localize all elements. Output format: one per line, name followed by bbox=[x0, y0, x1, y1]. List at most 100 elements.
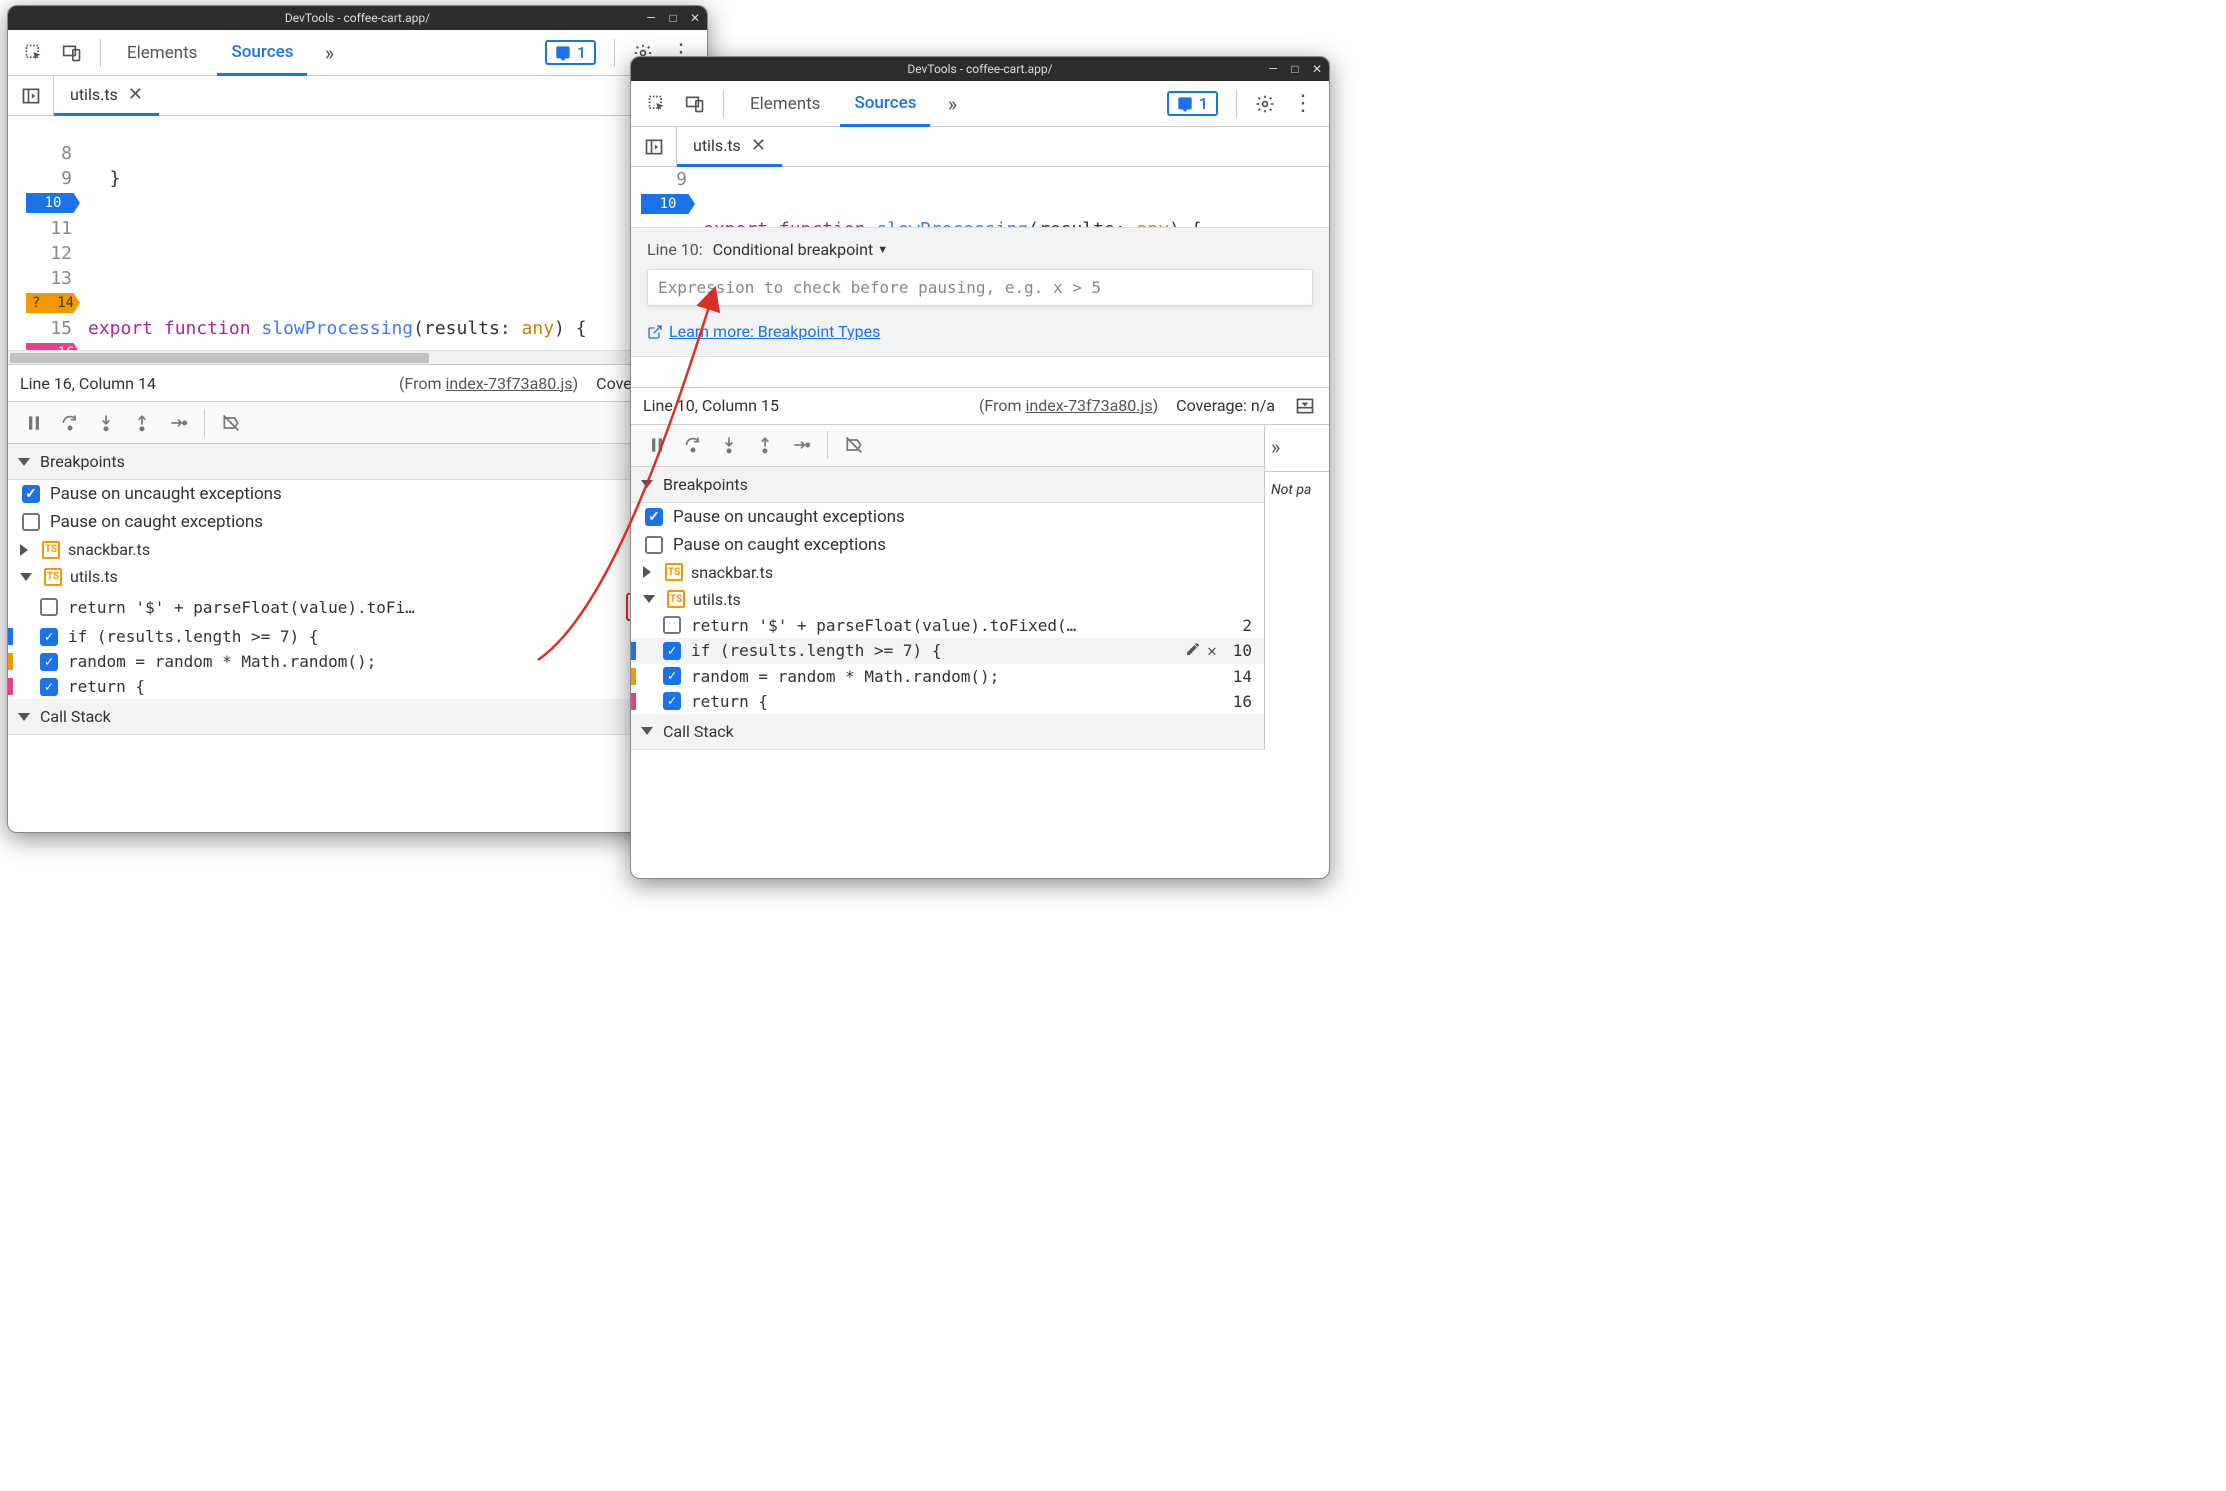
more-tabs-icon[interactable]: » bbox=[936, 88, 968, 120]
conditional-breakpoint-marker[interactable]: ? 14 bbox=[32, 295, 74, 311]
source-link[interactable]: index-73f73a80.js bbox=[1025, 396, 1152, 415]
kebab-icon[interactable]: ⋮ bbox=[1287, 88, 1319, 120]
bp-condition-input[interactable]: Expression to check before pausing, e.g.… bbox=[647, 269, 1313, 306]
more-tabs-icon[interactable]: » bbox=[313, 37, 345, 69]
checkbox-icon[interactable] bbox=[40, 653, 58, 671]
remove-breakpoint-button[interactable]: ✕ bbox=[1207, 641, 1217, 660]
code-line: export function slowProcessing(results: … bbox=[703, 217, 1329, 227]
breakpoint-item[interactable]: if (results.length >= 7) {10 bbox=[8, 624, 707, 649]
checkbox-icon[interactable] bbox=[645, 536, 663, 554]
checkbox-icon[interactable] bbox=[663, 616, 681, 634]
checkbox-icon[interactable] bbox=[663, 667, 681, 685]
pause-uncaught-option[interactable]: Pause on uncaught exceptions bbox=[8, 480, 707, 508]
breakpoint-item[interactable]: random = random * Math.random();14 bbox=[8, 649, 707, 674]
line-number[interactable]: 11 bbox=[50, 218, 72, 239]
breakpoint-file-snackbar[interactable]: TSsnackbar.ts bbox=[8, 536, 707, 563]
breakpoint-item[interactable]: random = random * Math.random();14 bbox=[631, 664, 1264, 689]
pause-icon[interactable] bbox=[641, 429, 673, 461]
issues-badge[interactable]: 1 bbox=[1167, 91, 1218, 116]
code-line: export function slowProcessing(results: … bbox=[88, 316, 707, 341]
horizontal-scrollbar[interactable] bbox=[8, 350, 707, 364]
minimize-button[interactable]: — bbox=[645, 11, 657, 25]
line-number[interactable]: 12 bbox=[50, 243, 72, 264]
navigator-toggle-icon[interactable] bbox=[631, 127, 677, 167]
issues-badge[interactable]: 1 bbox=[545, 40, 596, 65]
inspect-icon[interactable] bbox=[641, 88, 673, 120]
source-link[interactable]: index-73f73a80.js bbox=[445, 374, 572, 393]
close-icon[interactable]: ✕ bbox=[751, 135, 766, 156]
breakpoint-file-utils[interactable]: TSutils.ts bbox=[631, 586, 1264, 613]
checkbox-icon[interactable] bbox=[40, 678, 58, 696]
breakpoint-file-snackbar[interactable]: TSsnackbar.ts bbox=[631, 559, 1264, 586]
step-out-icon[interactable] bbox=[749, 429, 781, 461]
step-into-icon[interactable] bbox=[713, 429, 745, 461]
titlebar[interactable]: DevTools - coffee-cart.app/ — □ ✕ bbox=[8, 6, 707, 30]
file-tabbar: utils.ts✕ bbox=[631, 127, 1329, 167]
device-toggle-icon[interactable] bbox=[679, 88, 711, 120]
file-tab-utils[interactable]: utils.ts ✕ bbox=[54, 76, 159, 116]
checkbox-icon[interactable] bbox=[40, 598, 58, 616]
checkbox-icon[interactable] bbox=[663, 692, 681, 710]
step-over-icon[interactable] bbox=[54, 407, 86, 439]
checkbox-icon[interactable] bbox=[645, 508, 663, 526]
close-button[interactable]: ✕ bbox=[689, 11, 701, 25]
gear-icon[interactable] bbox=[1249, 88, 1281, 120]
breakpoint-item[interactable]: return {16 bbox=[8, 674, 707, 699]
pause-icon[interactable] bbox=[18, 407, 50, 439]
checkbox-icon[interactable] bbox=[22, 485, 40, 503]
tab-elements[interactable]: Elements bbox=[736, 81, 834, 127]
main-toolbar: Elements Sources » 1 ⋮ bbox=[631, 81, 1329, 127]
line-number[interactable]: 8 bbox=[61, 143, 72, 164]
inspect-icon[interactable] bbox=[18, 37, 50, 69]
breakpoint-item[interactable]: return '$' + parseFloat(value).toFi… ✕ 2 bbox=[8, 590, 707, 624]
step-over-icon[interactable] bbox=[677, 429, 709, 461]
collapse-icon[interactable] bbox=[1293, 390, 1317, 422]
step-out-icon[interactable] bbox=[126, 407, 158, 439]
device-toggle-icon[interactable] bbox=[56, 37, 88, 69]
breakpoint-item[interactable]: if (results.length >= 7) {✕10 bbox=[631, 638, 1264, 664]
checkbox-icon[interactable] bbox=[663, 642, 681, 660]
more-panels-icon[interactable]: » bbox=[1271, 435, 1323, 459]
code-peek bbox=[631, 357, 1329, 387]
step-icon[interactable] bbox=[162, 407, 194, 439]
code-editor[interactable]: 8 9 10 11 12 13 ? 14 15 ‥ 16 } export fu… bbox=[8, 116, 707, 350]
line-number[interactable]: 9 bbox=[676, 169, 687, 190]
pause-caught-option[interactable]: Pause on caught exceptions bbox=[631, 531, 1264, 559]
navigator-toggle-icon[interactable] bbox=[8, 76, 54, 116]
line-number[interactable]: 9 bbox=[61, 168, 72, 189]
checkbox-icon[interactable] bbox=[22, 513, 40, 531]
breakpoint-marker[interactable]: 10 bbox=[45, 195, 62, 211]
deactivate-breakpoints-icon[interactable] bbox=[838, 429, 870, 461]
pause-uncaught-option[interactable]: Pause on uncaught exceptions bbox=[631, 503, 1264, 531]
checkbox-icon[interactable] bbox=[40, 628, 58, 646]
breakpoint-file-utils[interactable]: TSutils.ts bbox=[8, 563, 707, 590]
breakpoint-item[interactable]: return {16 bbox=[631, 689, 1264, 714]
issues-count: 1 bbox=[577, 43, 586, 62]
minimize-button[interactable]: — bbox=[1267, 62, 1279, 76]
step-into-icon[interactable] bbox=[90, 407, 122, 439]
line-number[interactable]: 13 bbox=[50, 268, 72, 289]
deactivate-breakpoints-icon[interactable] bbox=[215, 407, 247, 439]
code-editor[interactable]: 9 10 export function slowProcessing(resu… bbox=[631, 167, 1329, 227]
tab-sources[interactable]: Sources bbox=[840, 81, 930, 127]
pause-caught-option[interactable]: Pause on caught exceptions bbox=[8, 508, 707, 536]
tab-elements[interactable]: Elements bbox=[113, 30, 211, 76]
breakpoints-header[interactable]: Breakpoints bbox=[631, 467, 1264, 503]
breakpoint-marker[interactable]: 10 bbox=[660, 196, 677, 212]
learn-more-link[interactable]: Learn more: Breakpoint Types bbox=[647, 322, 880, 341]
step-icon[interactable] bbox=[785, 429, 817, 461]
close-button[interactable]: ✕ bbox=[1311, 62, 1323, 76]
tab-sources[interactable]: Sources bbox=[217, 30, 307, 76]
bp-type-dropdown[interactable]: Conditional breakpoint ▼ bbox=[713, 240, 888, 259]
titlebar[interactable]: DevTools - coffee-cart.app/ — □ ✕ bbox=[631, 57, 1329, 81]
breakpoints-header[interactable]: Breakpoints bbox=[8, 444, 707, 480]
file-tab-utils[interactable]: utils.ts✕ bbox=[677, 127, 782, 167]
maximize-button[interactable]: □ bbox=[667, 11, 679, 25]
line-number[interactable]: 15 bbox=[50, 318, 72, 339]
maximize-button[interactable]: □ bbox=[1289, 62, 1301, 76]
edit-breakpoint-button[interactable] bbox=[1185, 641, 1201, 661]
callstack-header[interactable]: Call Stack bbox=[8, 699, 707, 735]
callstack-header[interactable]: Call Stack bbox=[631, 714, 1264, 750]
breakpoint-item[interactable]: return '$' + parseFloat(value).toFixed(…… bbox=[631, 613, 1264, 638]
close-icon[interactable]: ✕ bbox=[128, 84, 143, 105]
